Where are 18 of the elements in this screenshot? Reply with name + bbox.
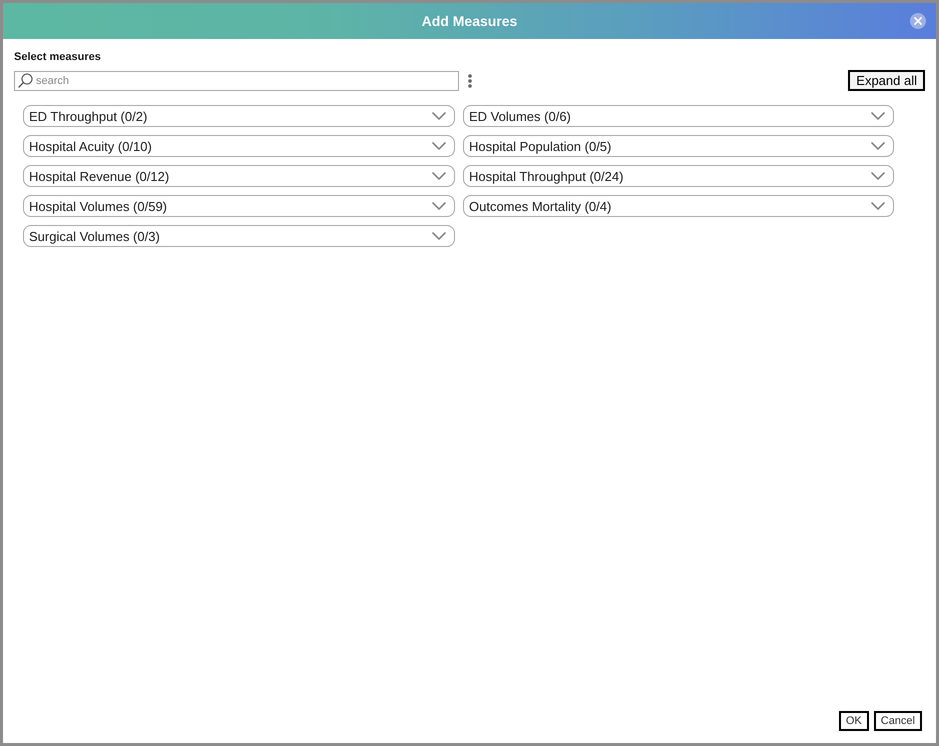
search-field[interactable]: search (14, 70, 459, 90)
measure-group-dropdown[interactable]: ED Throughput (0/2) (23, 105, 455, 127)
measure-group-dropdown[interactable]: Hospital Acuity (0/10) (23, 135, 455, 157)
measure-group-dropdown[interactable]: Hospital Population (0/5) (463, 135, 894, 157)
expand-all-button[interactable]: Expand all (848, 70, 925, 91)
measure-group-dropdown[interactable]: Hospital Volumes (0/59) (23, 195, 455, 217)
window-title: Add Measures (422, 13, 518, 29)
measure-group-dropdown[interactable]: ED Volumes (0/6) (463, 105, 894, 127)
measure-group-dropdown[interactable]: Surgical Volumes (0/3) (23, 225, 455, 247)
more-options-icon[interactable] (468, 74, 472, 88)
measure-group-dropdown[interactable]: Hospital Throughput (0/24) (463, 165, 894, 187)
close-icon[interactable] (910, 13, 926, 29)
measure-group-dropdown[interactable]: Hospital Revenue (0/12) (23, 165, 455, 187)
ok-button[interactable]: OK (838, 711, 869, 731)
cancel-button[interactable]: Cancel (874, 711, 922, 731)
search-icon (18, 72, 33, 88)
field-label: Select measures (14, 51, 101, 64)
measure-group-dropdown[interactable]: Outcomes Mortality (0/4) (463, 195, 894, 217)
